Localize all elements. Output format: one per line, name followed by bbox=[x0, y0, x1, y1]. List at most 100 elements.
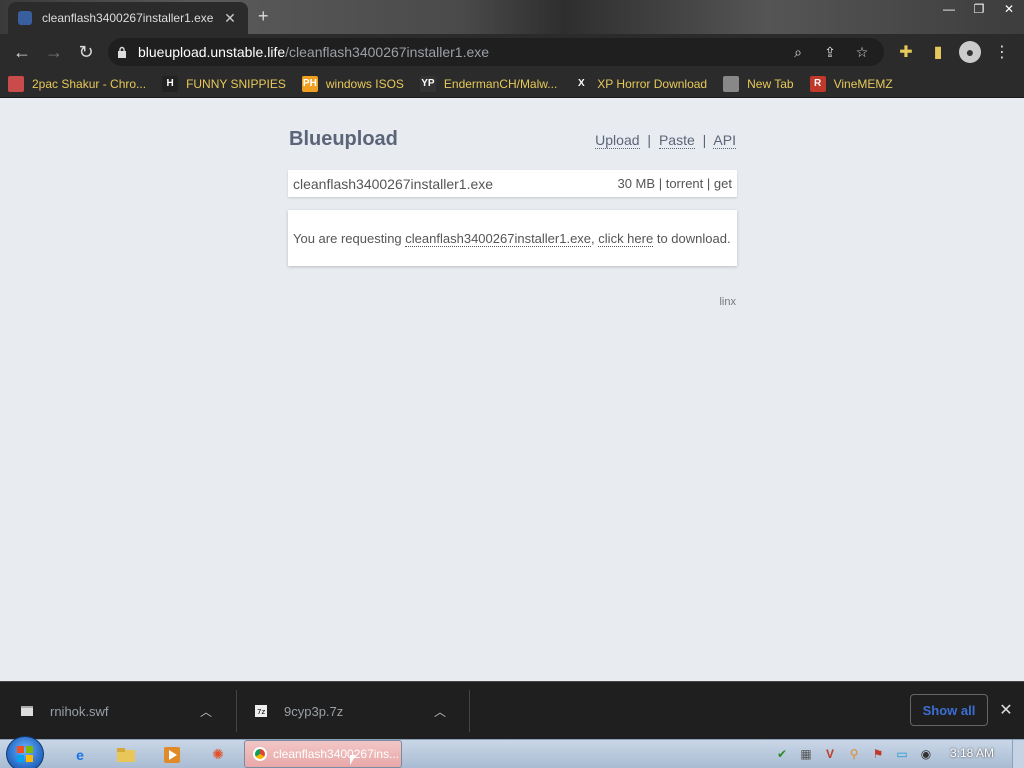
bookmark-label: 2pac Shakur - Chro... bbox=[32, 76, 147, 91]
bookmark-item[interactable]: H FUNNY SNIPPIES bbox=[162, 75, 286, 92]
request-comma: , bbox=[591, 230, 595, 246]
meta-separator: | bbox=[658, 176, 663, 191]
url-text[interactable]: blueupload.unstable.life/cleanflash34002… bbox=[138, 44, 489, 60]
system-tray: ✔ ▦ V ⚲ ⚑ ▭ ◉ bbox=[770, 744, 938, 764]
file-icon bbox=[20, 704, 34, 718]
tray-search-icon[interactable]: ⚲ bbox=[842, 744, 866, 764]
extensions-puzzle-icon[interactable]: ✚ bbox=[890, 36, 922, 68]
page-content: Blueupload Upload | Paste | API cleanfla… bbox=[0, 98, 1024, 681]
chevron-up-icon[interactable]: ︿ bbox=[434, 703, 446, 720]
bookmark-label: New Tab bbox=[747, 76, 794, 91]
taskbar-clock[interactable]: 3:18 AM bbox=[950, 746, 994, 760]
tab-close-icon[interactable]: ✕ bbox=[222, 10, 238, 27]
page-favicon-icon bbox=[18, 11, 32, 25]
bookmarks-bar: 2pac Shakur - Chro... H FUNNY SNIPPIES PH wi… bbox=[0, 70, 1024, 98]
search-icon[interactable]: ⌕ bbox=[782, 42, 814, 62]
archive-7z-icon: 7z bbox=[254, 704, 268, 718]
download-filename: rnihok.swf bbox=[50, 703, 109, 719]
file-size: 30 MB bbox=[617, 176, 656, 191]
bookmark-label: XP Horror Download bbox=[597, 76, 708, 91]
download-item[interactable]: rnihok.swf ︿ bbox=[20, 682, 230, 740]
globe-icon bbox=[723, 75, 740, 92]
windows-taskbar: e ✺ cleanflash3400267ins... ✔ ▦ V ⚲ ⚑ ▭ … bbox=[0, 736, 1024, 768]
download-request-box: You are requesting cleanflash3400267inst… bbox=[288, 210, 737, 266]
reload-icon[interactable]: ↻ bbox=[70, 36, 102, 68]
bookmark-label: EndermanCH/Malw... bbox=[443, 76, 558, 91]
file-meta: 30 MB | torrent | get bbox=[617, 176, 732, 191]
bookmark-item[interactable]: X XP Horror Download bbox=[573, 75, 708, 92]
bookmark-item[interactable]: 2pac Shakur - Chro... bbox=[8, 75, 147, 92]
h-icon: H bbox=[162, 75, 179, 92]
bookmark-item[interactable]: R VineMEMZ bbox=[809, 75, 893, 92]
get-link[interactable]: get bbox=[714, 176, 732, 191]
site-title: Blueupload bbox=[289, 128, 398, 150]
yp-icon: YP bbox=[419, 75, 436, 92]
svg-text:7z: 7z bbox=[257, 708, 265, 716]
chrome-icon bbox=[253, 747, 267, 761]
download-divider bbox=[469, 690, 470, 732]
address-bar[interactable]: blueupload.unstable.life/cleanflash34002… bbox=[108, 38, 884, 66]
shelf-close-icon[interactable]: ✕ bbox=[996, 700, 1016, 720]
footer-linx[interactable]: linx bbox=[719, 296, 736, 308]
ph-icon: PH bbox=[301, 75, 318, 92]
show-all-button[interactable]: Show all bbox=[910, 694, 988, 726]
taskbar-chrome-window[interactable]: cleanflash3400267ins... bbox=[244, 740, 402, 768]
back-icon[interactable]: ← bbox=[6, 36, 38, 68]
x-icon: X bbox=[573, 75, 590, 92]
api-link[interactable]: API bbox=[713, 132, 736, 149]
nav-separator: | bbox=[702, 132, 707, 148]
download-divider bbox=[236, 690, 237, 732]
forward-icon[interactable]: → bbox=[38, 36, 70, 68]
url-path: /cleanflash3400267installer1.exe bbox=[285, 44, 490, 60]
minimize-icon[interactable]: — bbox=[934, 0, 964, 18]
side-panel-icon[interactable]: ▮ bbox=[922, 36, 954, 68]
download-filename: 9cyp3p.7z bbox=[284, 703, 344, 719]
requested-file-link[interactable]: cleanflash3400267installer1.exe bbox=[405, 230, 592, 247]
maximize-icon[interactable]: ❐ bbox=[964, 0, 994, 18]
upload-link[interactable]: Upload bbox=[595, 132, 640, 149]
toolbar-right: ✚ ▮ ● ⋮ bbox=[890, 36, 1018, 68]
download-item[interactable]: 7z 9cyp3p.7z ︿ bbox=[254, 682, 464, 740]
show-desktop-button[interactable] bbox=[1012, 740, 1024, 768]
share-icon[interactable]: ⇪ bbox=[814, 42, 846, 62]
menu-kebab-icon[interactable]: ⋮ bbox=[986, 36, 1018, 68]
r-icon: R bbox=[809, 75, 826, 92]
bag-icon bbox=[8, 75, 24, 92]
internet-explorer-icon[interactable]: e bbox=[60, 742, 100, 767]
click-here-link[interactable]: click here bbox=[598, 230, 654, 247]
file-name: cleanflash3400267installer1.exe bbox=[293, 175, 494, 192]
tray-v-icon[interactable]: V bbox=[818, 744, 842, 764]
bookmark-item[interactable]: PH windows ISOS bbox=[301, 75, 404, 92]
profile-avatar-icon[interactable]: ● bbox=[959, 41, 981, 63]
bookmark-label: FUNNY SNIPPIES bbox=[186, 76, 286, 91]
paste-link[interactable]: Paste bbox=[658, 132, 695, 149]
media-player-icon[interactable] bbox=[152, 742, 192, 767]
tray-flag-icon[interactable]: ⚑ bbox=[866, 744, 890, 764]
tab-active[interactable]: cleanflash3400267installer1.exe ✕ bbox=[8, 2, 248, 34]
start-button[interactable] bbox=[6, 736, 44, 768]
tray-security-icon[interactable]: ✔ bbox=[770, 744, 794, 764]
file-info-bar: cleanflash3400267installer1.exe 30 MB | … bbox=[288, 170, 737, 197]
omnibox-actions: ⌕ ⇪ ☆ bbox=[782, 42, 878, 62]
window-close-icon[interactable]: ✕ bbox=[994, 0, 1024, 18]
tray-network-icon[interactable]: ▦ bbox=[794, 744, 818, 764]
bookmark-star-icon[interactable]: ☆ bbox=[846, 42, 878, 62]
tray-display-icon[interactable]: ▭ bbox=[890, 744, 914, 764]
bookmark-label: VineMEMZ bbox=[833, 76, 893, 91]
browser-title-bar: cleanflash3400267installer1.exe ✕ + — ❐ … bbox=[0, 0, 1024, 34]
bookmark-item[interactable]: New Tab bbox=[723, 75, 794, 92]
torrent-link[interactable]: torrent bbox=[666, 176, 704, 191]
nav-separator: | bbox=[647, 132, 652, 148]
meta-separator: | bbox=[706, 176, 711, 191]
request-prefix: You are requesting bbox=[293, 230, 402, 246]
bookmark-label: windows ISOS bbox=[325, 76, 404, 91]
app-swirl-icon[interactable]: ✺ bbox=[198, 742, 238, 767]
file-explorer-icon[interactable] bbox=[106, 742, 146, 767]
new-tab-button[interactable]: + bbox=[258, 6, 269, 27]
lock-icon[interactable] bbox=[116, 46, 128, 58]
window-controls: — ❐ ✕ bbox=[934, 0, 1024, 18]
mouse-cursor bbox=[350, 755, 356, 765]
bookmark-item[interactable]: YP EndermanCH/Malw... bbox=[419, 75, 558, 92]
tray-volume-icon[interactable]: ◉ bbox=[914, 744, 938, 764]
chevron-up-icon[interactable]: ︿ bbox=[200, 703, 212, 720]
